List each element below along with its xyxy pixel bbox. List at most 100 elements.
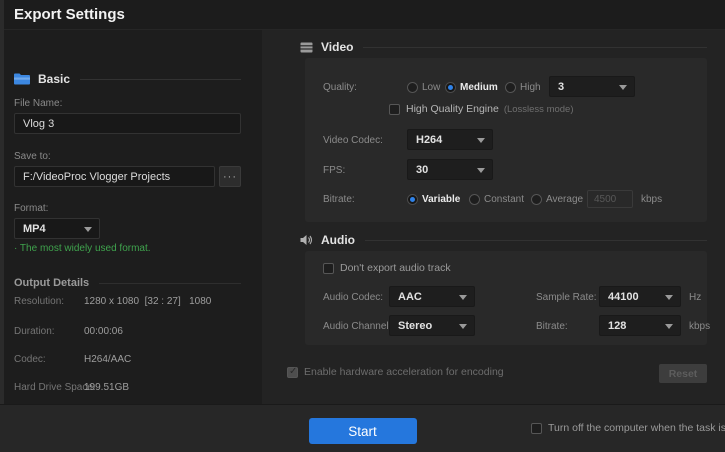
titlebar: Export Settings <box>4 0 725 30</box>
hq-engine-row[interactable]: High Quality Engine (Lossless mode) <box>389 101 695 117</box>
format-tip: · The most widely used format. <box>14 243 151 254</box>
sample-rate-unit: Hz <box>689 292 701 303</box>
audio-section-header: Audio <box>300 233 707 247</box>
hw-accel-checkbox[interactable] <box>287 367 298 378</box>
quality-option-high[interactable]: High <box>505 82 541 93</box>
radio-icon <box>531 194 542 205</box>
quality-label: Quality: <box>323 82 389 93</box>
chevron-down-icon <box>477 168 485 173</box>
codec-value: H264/AAC <box>82 354 131 365</box>
settings-panel: Video Quality: Low Medium High 3 <box>262 30 725 404</box>
audio-group: Don't export audio track Audio Codec: AA… <box>305 251 707 345</box>
chevron-down-icon <box>665 295 673 300</box>
fps-row: FPS: 30 <box>323 162 695 178</box>
save-to-input[interactable]: F:/VideoProc Vlogger Projects <box>14 166 215 187</box>
audio-channel-label: Audio Channel: <box>323 321 391 332</box>
audio-channel-dropdown[interactable]: Stereo <box>389 315 475 336</box>
radio-icon <box>407 82 418 93</box>
bitrate-option-constant[interactable]: Constant <box>469 194 524 205</box>
file-name-label: File Name: <box>14 98 62 109</box>
dialog-title: Export Settings <box>14 6 125 23</box>
video-codec-value: H264 <box>416 134 442 146</box>
hw-accel-label: Enable hardware acceleration for encodin… <box>304 366 504 378</box>
no-audio-row[interactable]: Don't export audio track <box>323 260 695 276</box>
chevron-down-icon <box>84 227 92 232</box>
format-label: Format: <box>14 203 48 214</box>
no-audio-checkbox[interactable] <box>323 263 334 274</box>
output-detail-row: Codec: H264/AAC <box>14 354 246 365</box>
output-detail-row: Resolution: 1280 x 1080 [32 : 27] 1080 <box>14 296 246 307</box>
audio-bitrate-dropdown[interactable]: 128 <box>599 315 681 336</box>
quality-low-label: Low <box>422 82 440 93</box>
duration-label: Duration: <box>14 326 82 337</box>
chevron-down-icon <box>665 324 673 329</box>
bitrate-variable-label: Variable <box>422 194 460 205</box>
video-icon <box>300 42 313 53</box>
save-to-label: Save to: <box>14 151 51 162</box>
output-detail-row: Hard Drive Space: 199.51GB <box>14 382 246 393</box>
start-button[interactable]: Start <box>309 418 417 444</box>
fps-dropdown[interactable]: 30 <box>407 159 493 180</box>
divider <box>363 47 707 48</box>
quality-option-medium[interactable]: Medium <box>445 82 498 93</box>
shutdown-option[interactable]: Turn off the computer when the task is f… <box>531 422 725 434</box>
bitrate-average-label: Average <box>546 194 583 205</box>
video-codec-dropdown[interactable]: H264 <box>407 129 493 150</box>
no-audio-label: Don't export audio track <box>340 262 451 274</box>
radio-icon <box>445 82 456 93</box>
hard-drive-space-value: 199.51GB <box>82 382 129 393</box>
audio-header-label: Audio <box>321 233 355 247</box>
output-detail-row: Duration: 00:00:06 <box>14 326 246 337</box>
format-value: MP4 <box>23 223 46 235</box>
resolution-label: Resolution: <box>14 296 82 307</box>
basic-section-header: Basic <box>14 72 241 86</box>
shutdown-checkbox[interactable] <box>531 423 542 434</box>
audio-bitrate-label: Bitrate: <box>536 321 568 332</box>
radio-icon <box>505 82 516 93</box>
file-name-input[interactable]: Vlog 3 <box>14 113 241 134</box>
fps-label: FPS: <box>323 165 389 176</box>
quality-level-dropdown[interactable]: 3 <box>549 76 635 97</box>
format-dropdown[interactable]: MP4 <box>14 218 100 239</box>
sample-rate-value: 44100 <box>608 291 639 303</box>
hard-drive-space-label: Hard Drive Space: <box>14 382 82 393</box>
audio-codec-row: Audio Codec: AAC Sample Rate: 44100 Hz <box>323 289 695 305</box>
quality-row: Quality: Low Medium High 3 <box>323 79 695 95</box>
video-bitrate-label: Bitrate: <box>323 194 389 205</box>
bitrate-option-average[interactable]: Average <box>531 194 583 205</box>
basic-header-label: Basic <box>38 72 70 86</box>
hq-engine-checkbox[interactable] <box>389 104 400 115</box>
video-codec-row: Video Codec: H264 <box>323 132 695 148</box>
browse-button[interactable]: ··· <box>219 166 241 187</box>
audio-codec-value: AAC <box>398 291 422 303</box>
bitrate-value-input[interactable]: 4500 <box>587 190 633 208</box>
reset-button[interactable]: Reset <box>659 364 707 383</box>
radio-icon <box>407 194 418 205</box>
quality-high-label: High <box>520 82 541 93</box>
quality-level-value: 3 <box>558 81 564 93</box>
audio-bitrate-value: 128 <box>608 320 626 332</box>
audio-bitrate-unit: kbps <box>689 321 710 332</box>
bitrate-constant-label: Constant <box>484 194 524 205</box>
audio-codec-dropdown[interactable]: AAC <box>389 286 475 307</box>
chevron-down-icon <box>619 85 627 90</box>
chevron-down-icon <box>459 324 467 329</box>
bitrate-unit: kbps <box>641 194 662 205</box>
speaker-icon <box>300 234 313 246</box>
bitrate-option-variable[interactable]: Variable <box>407 194 460 205</box>
shutdown-label: Turn off the computer when the task is f… <box>548 422 725 434</box>
audio-channel-row: Audio Channel: Stereo Bitrate: 128 kbps <box>323 318 695 334</box>
fps-value: 30 <box>416 164 428 176</box>
output-details-label: Output Details <box>14 277 89 289</box>
hw-accel-row[interactable]: Enable hardware acceleration for encodin… <box>287 366 504 378</box>
divider <box>80 79 241 80</box>
quality-option-low[interactable]: Low <box>407 82 440 93</box>
divider <box>365 240 707 241</box>
video-codec-label: Video Codec: <box>323 135 389 146</box>
duration-value: 00:00:06 <box>82 326 123 337</box>
quality-medium-label: Medium <box>460 82 498 93</box>
video-section-header: Video <box>300 40 707 54</box>
bottom-bar: Start Turn off the computer when the tas… <box>0 404 725 452</box>
folder-icon <box>14 73 30 85</box>
sample-rate-dropdown[interactable]: 44100 <box>599 286 681 307</box>
